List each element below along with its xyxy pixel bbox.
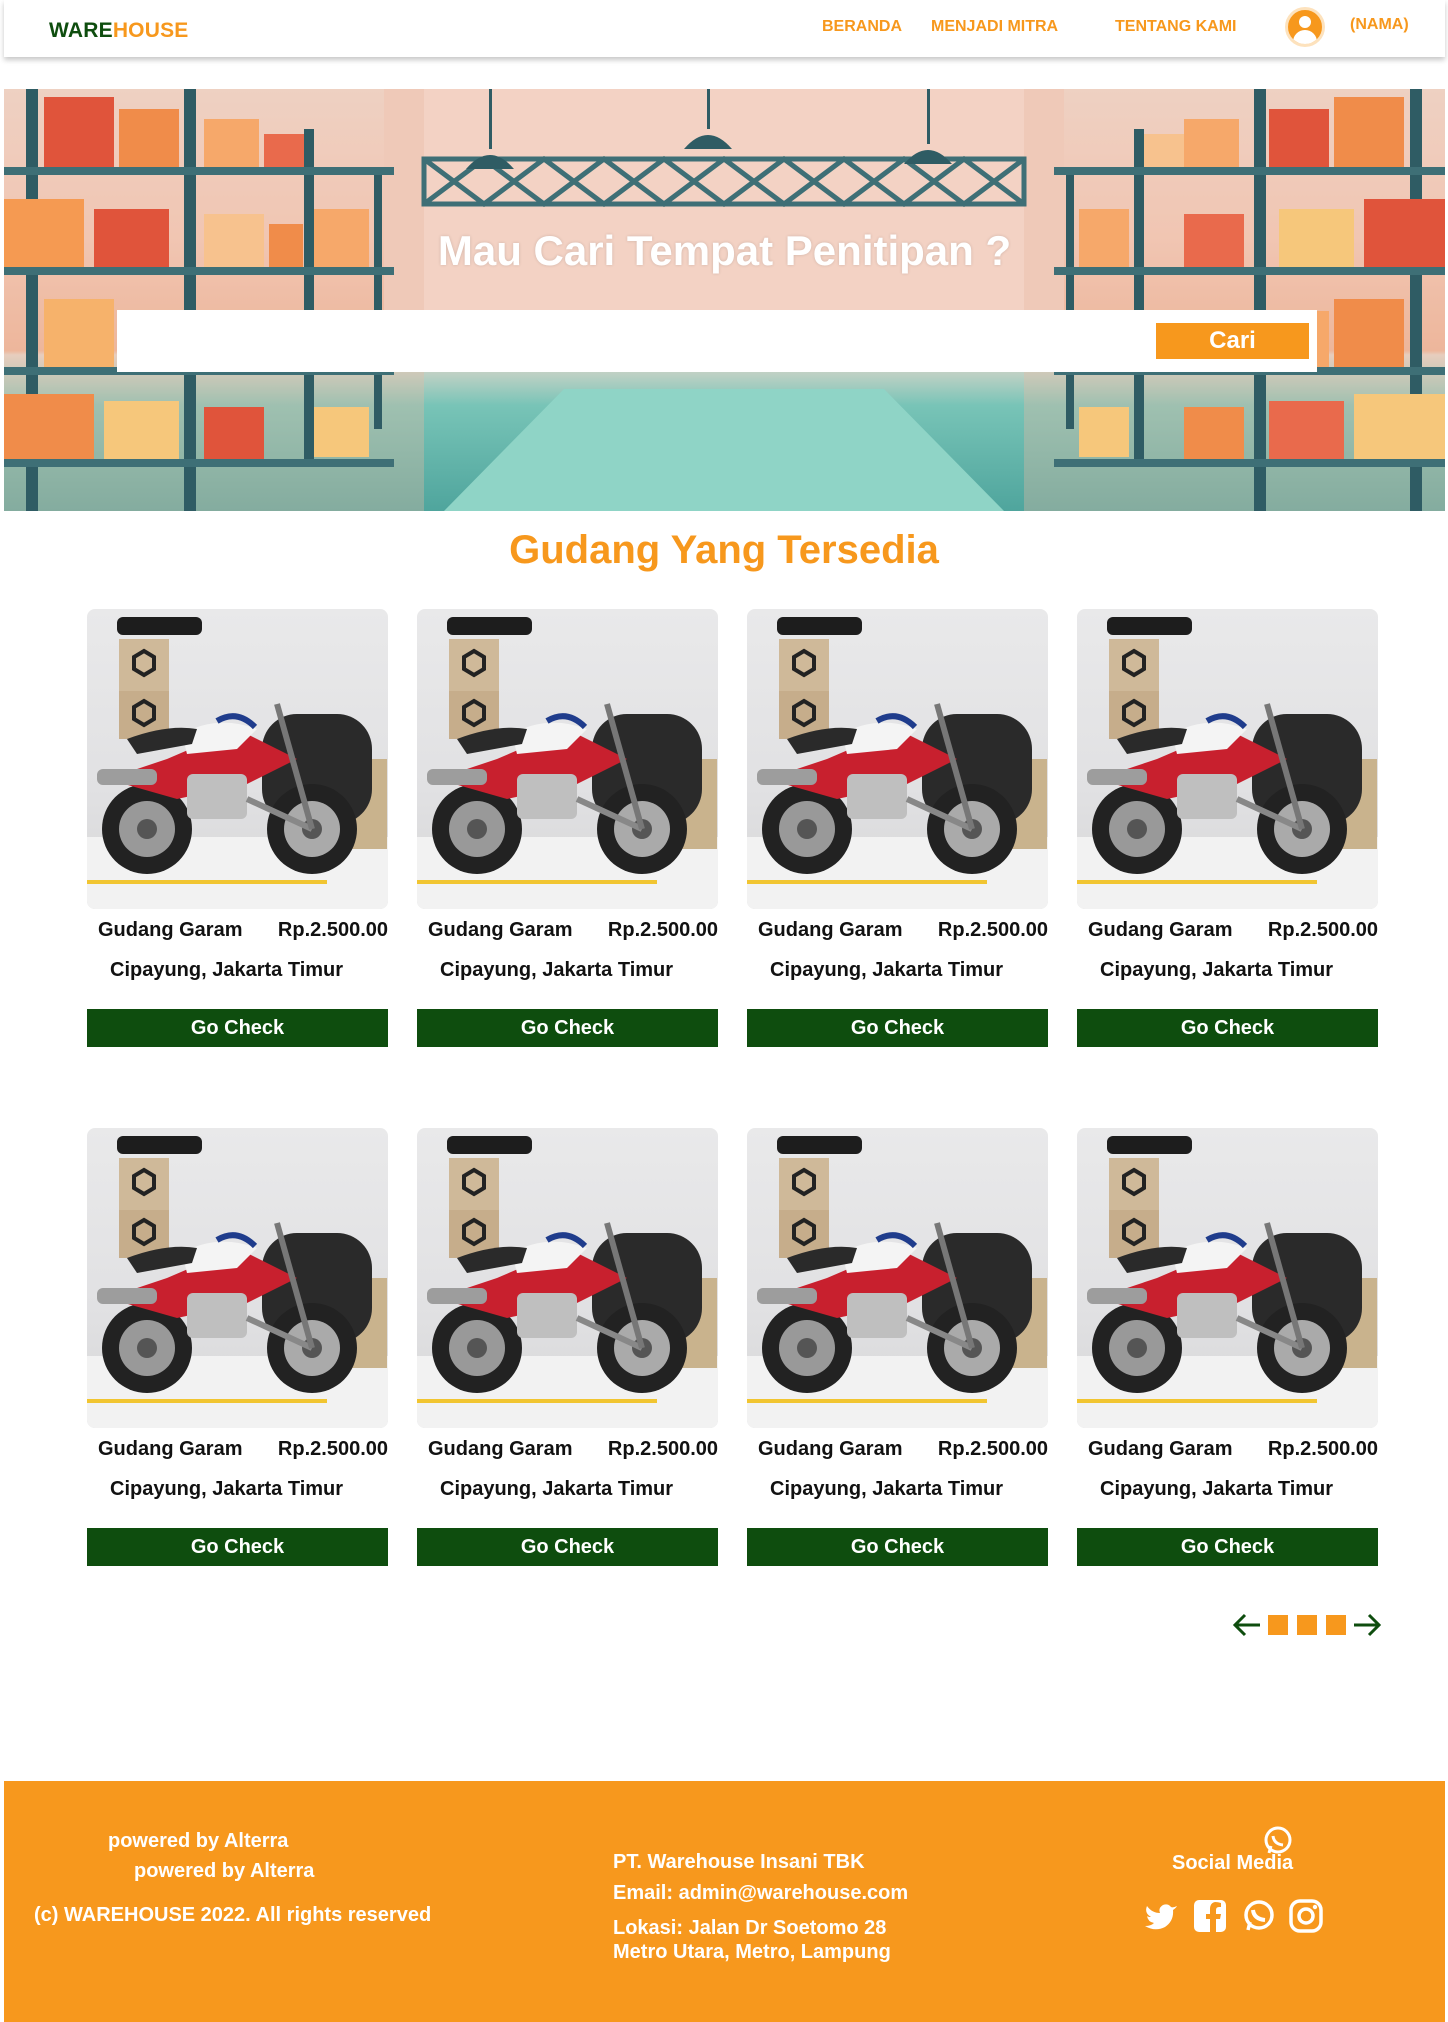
warehouse-location: Cipayung, Jakarta Timur (440, 1478, 674, 1500)
arrow-left-icon[interactable] (1232, 1612, 1262, 1638)
go-check-button[interactable]: Go Check (417, 1528, 718, 1566)
whatsapp-icon[interactable] (1241, 1898, 1277, 1934)
warehouse-image[interactable] (417, 1128, 718, 1428)
logo[interactable]: WAREHOUSE (49, 19, 189, 43)
nav-link-menjadi-mitra[interactable]: MENJADI MITRA (931, 18, 1058, 36)
warehouse-location: Cipayung, Jakarta Timur (1100, 959, 1334, 981)
footer-copyright: (c) WAREHOUSE 2022. All rights reserved (34, 1904, 432, 1926)
instagram-icon[interactable] (1288, 1898, 1324, 1934)
go-check-button[interactable]: Go Check (1077, 1528, 1378, 1566)
go-check-button[interactable]: Go Check (417, 1009, 718, 1047)
warehouse-image[interactable] (747, 609, 1048, 909)
warehouse-price: Rp.2.500.00 (607, 1438, 718, 1460)
arrow-right-icon[interactable] (1352, 1612, 1382, 1638)
warehouse-price: Rp.2.500.00 (607, 919, 718, 941)
hero-banner: Mau Cari Tempat Penitipan ? Cari (4, 89, 1445, 511)
footer-powered-2: powered by Alterra (134, 1860, 315, 1882)
twitter-icon[interactable] (1143, 1898, 1179, 1934)
warehouse-location: Cipayung, Jakarta Timur (440, 959, 674, 981)
section-title: Gudang Yang Tersedia (509, 528, 939, 572)
page-dot-1[interactable] (1268, 1615, 1288, 1635)
warehouse-image[interactable] (417, 609, 718, 909)
warehouse-price: Rp.2.500.00 (277, 1438, 388, 1460)
warehouse-price: Rp.2.500.00 (277, 919, 388, 941)
warehouse-price: Rp.2.500.00 (937, 1438, 1048, 1460)
warehouse-location: Cipayung, Jakarta Timur (110, 1478, 344, 1500)
navbar: WAREHOUSE BERANDA MENJADI MITRA TENTANG … (4, 0, 1445, 57)
logo-part1: WARE (49, 19, 113, 42)
search-button[interactable]: Cari (1156, 323, 1309, 359)
warehouse-price: Rp.2.500.00 (1267, 1438, 1378, 1460)
warehouse-name: Gudang Garam (1088, 1438, 1233, 1460)
page-dot-3[interactable] (1326, 1615, 1346, 1635)
footer-email: Email: admin@warehouse.com (613, 1882, 909, 1904)
warehouse-location: Cipayung, Jakarta Timur (110, 959, 344, 981)
warehouse-image[interactable] (747, 1128, 1048, 1428)
footer-company: PT. Warehouse Insani TBK (613, 1851, 865, 1873)
warehouse-name: Gudang Garam (758, 919, 903, 941)
warehouse-name: Gudang Garam (98, 919, 243, 941)
footer-address-2: Metro Utara, Metro, Lampung (613, 1941, 891, 1963)
search-bar: Cari (117, 310, 1317, 372)
search-input[interactable] (131, 320, 1141, 362)
go-check-button[interactable]: Go Check (87, 1009, 388, 1047)
warehouse-name: Gudang Garam (428, 1438, 573, 1460)
whatsapp-icon[interactable] (1262, 1825, 1294, 1857)
warehouse-name: Gudang Garam (1088, 919, 1233, 941)
warehouse-location: Cipayung, Jakarta Timur (770, 959, 1004, 981)
warehouse-name: Gudang Garam (98, 1438, 243, 1460)
warehouse-location: Cipayung, Jakarta Timur (770, 1478, 1004, 1500)
page-dot-2[interactable] (1297, 1615, 1317, 1635)
user-name[interactable]: (NAMA) (1350, 16, 1409, 34)
footer-powered-1: powered by Alterra (108, 1830, 289, 1852)
go-check-button[interactable]: Go Check (747, 1528, 1048, 1566)
go-check-button[interactable]: Go Check (1077, 1009, 1378, 1047)
footer-address-1: Lokasi: Jalan Dr Soetomo 28 (613, 1917, 887, 1939)
warehouse-image[interactable] (1077, 609, 1378, 909)
facebook-icon[interactable] (1192, 1898, 1228, 1934)
go-check-button[interactable]: Go Check (747, 1009, 1048, 1047)
warehouse-name: Gudang Garam (758, 1438, 903, 1460)
nav-link-beranda[interactable]: BERANDA (822, 18, 902, 36)
go-check-button[interactable]: Go Check (87, 1528, 388, 1566)
warehouse-image[interactable] (87, 1128, 388, 1428)
nav-link-tentang-kami[interactable]: TENTANG KAMI (1115, 18, 1236, 36)
warehouse-location: Cipayung, Jakarta Timur (1100, 1478, 1334, 1500)
warehouse-price: Rp.2.500.00 (1267, 919, 1378, 941)
warehouse-illustration (4, 89, 1445, 511)
warehouse-price: Rp.2.500.00 (937, 919, 1048, 941)
logo-part2: HOUSE (112, 19, 189, 42)
warehouse-name: Gudang Garam (428, 919, 573, 941)
hero-title: Mau Cari Tempat Penitipan ? (437, 227, 1012, 274)
user-avatar-icon[interactable] (1285, 7, 1325, 47)
warehouse-image[interactable] (87, 609, 388, 909)
warehouse-image[interactable] (1077, 1128, 1378, 1428)
pagination (1232, 1612, 1382, 1638)
